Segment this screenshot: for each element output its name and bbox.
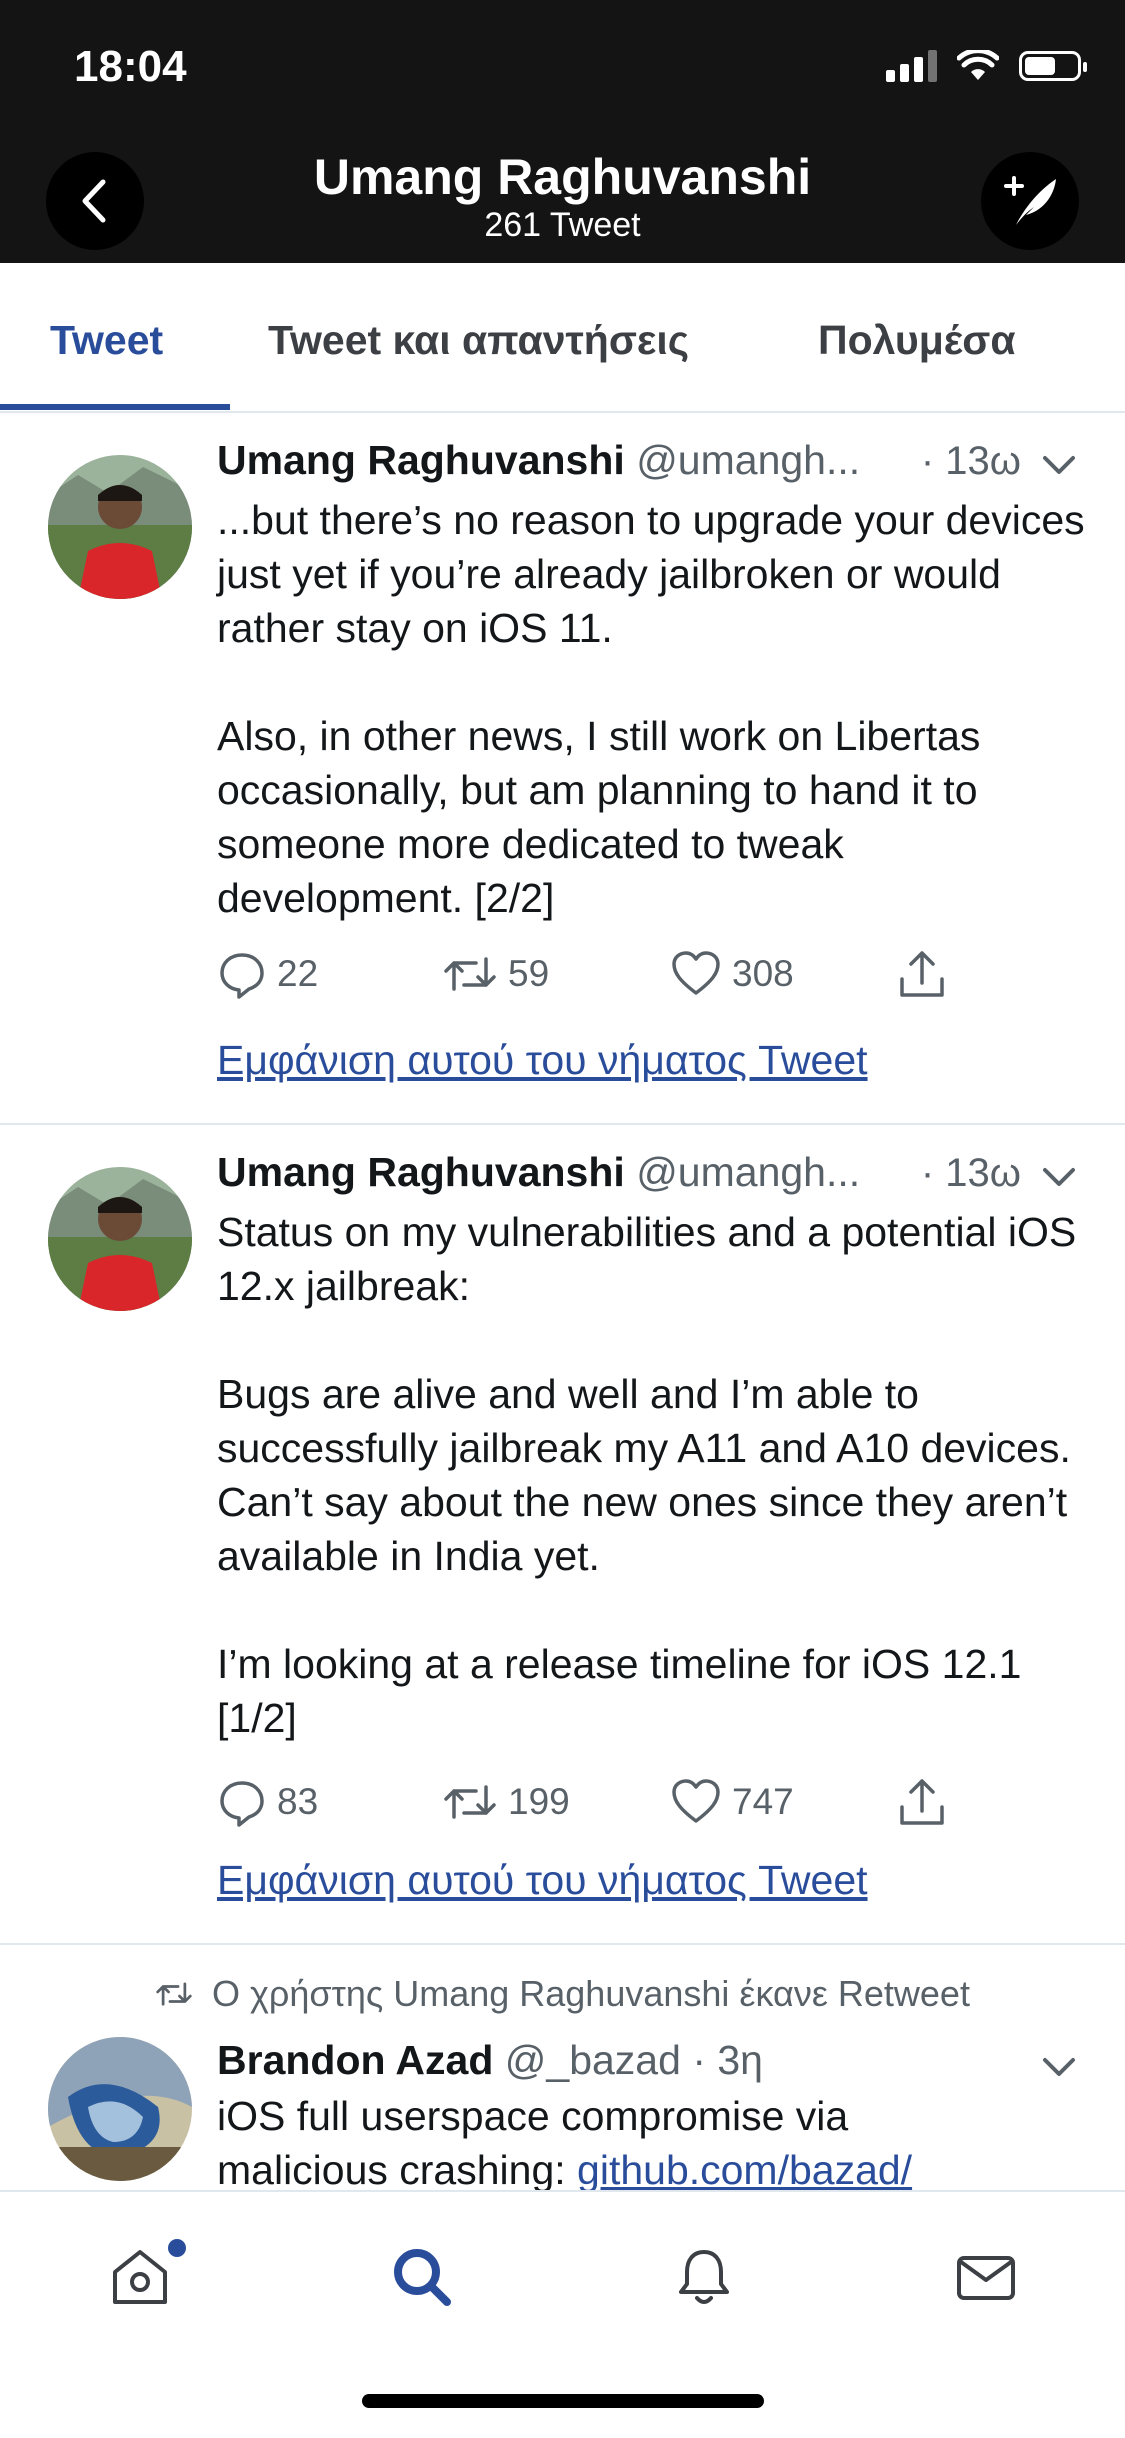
tweet-text: ...but there’s no reason to upgrade your… xyxy=(217,497,1085,921)
retweet-count: 199 xyxy=(508,1781,570,1822)
like-button[interactable]: 747 xyxy=(670,1777,794,1827)
tweet-text: iOS full userspace compromise via malici… xyxy=(217,2089,1097,2197)
like-count: 308 xyxy=(732,953,794,994)
like-count: 747 xyxy=(732,1781,794,1822)
tweet-header: Umang Raghuvanshi @umangh... xyxy=(217,1149,860,1196)
avatar[interactable] xyxy=(48,2037,192,2181)
wifi-icon xyxy=(957,50,999,80)
mail-icon xyxy=(957,2256,1015,2300)
tweet-time: · 3η xyxy=(692,2037,763,2083)
reply-icon xyxy=(220,1781,264,1827)
tweet-header: Brandon Azad @_bazad · 3η xyxy=(217,2037,763,2084)
author-name[interactable]: Umang Raghuvanshi xyxy=(217,1149,625,1195)
reply-button[interactable]: 83 xyxy=(217,1777,318,1827)
compose-tweet-button[interactable] xyxy=(981,152,1079,250)
show-thread-link[interactable]: Εμφάνιση αυτού του νήματος Tweet xyxy=(217,1857,868,1904)
nav-home[interactable] xyxy=(100,2237,186,2317)
profile-name-title: Umang Raghuvanshi xyxy=(313,149,812,205)
home-indicator xyxy=(362,2394,764,2408)
chevron-down-icon[interactable] xyxy=(1039,2047,1079,2087)
chevron-down-icon[interactable] xyxy=(1039,1157,1079,1197)
heart-icon xyxy=(672,1779,720,1823)
chevron-down-icon[interactable] xyxy=(1039,445,1079,485)
author-handle: @_bazad xyxy=(504,2037,681,2083)
retweet-icon xyxy=(156,1982,192,2006)
tweet-text-line: malicious crashing: github.com/bazad/ xyxy=(217,2143,1097,2197)
notification-dot xyxy=(168,2239,186,2257)
heart-icon xyxy=(672,951,720,995)
tweet-actions: 22 59 308 xyxy=(217,949,1007,1009)
tweet-actions: 83 199 747 xyxy=(217,1777,1007,1837)
battery-icon xyxy=(1019,51,1087,81)
retweeted-by-text: Ο χρήστης Umang Raghuvanshi έκανε Retwee… xyxy=(212,1973,970,2014)
reply-icon xyxy=(220,953,264,999)
tweet-header: Umang Raghuvanshi @umangh... xyxy=(217,437,860,484)
share-button[interactable] xyxy=(897,949,947,1001)
reply-count: 22 xyxy=(277,953,319,994)
avatar[interactable] xyxy=(48,1167,192,1311)
tweet-count: 261 Tweet xyxy=(484,206,641,244)
tab-media[interactable]: Πολυμέσα xyxy=(818,317,1016,364)
reply-count: 83 xyxy=(277,1781,319,1822)
status-icons xyxy=(886,50,1087,82)
nav-search[interactable] xyxy=(382,2237,462,2317)
author-handle: @umangh... xyxy=(636,1149,861,1195)
retweet-button[interactable]: 59 xyxy=(442,949,549,999)
retweet-icon xyxy=(444,1785,496,1819)
author-name[interactable]: Brandon Azad xyxy=(217,2037,493,2083)
nav-notifications[interactable] xyxy=(664,2237,744,2317)
retweet-button[interactable]: 199 xyxy=(442,1777,570,1827)
profile-tabs: Tweet Tweet και απαντήσεις Πολυμέσα xyxy=(0,263,1125,413)
tweet-link[interactable]: github.com/bazad/ xyxy=(577,2147,912,2193)
tab-tweets[interactable]: Tweet xyxy=(50,317,163,364)
like-button[interactable]: 308 xyxy=(670,949,794,999)
tab-tweets-and-replies[interactable]: Tweet και απαντήσεις xyxy=(268,317,689,364)
retweet-count: 59 xyxy=(508,953,550,994)
home-icon xyxy=(113,2250,167,2304)
share-icon xyxy=(900,1779,944,1825)
author-name[interactable]: Umang Raghuvanshi xyxy=(217,437,625,483)
search-icon xyxy=(394,2249,451,2306)
nav-messages[interactable] xyxy=(946,2237,1026,2317)
author-handle: @umangh... xyxy=(636,437,861,483)
tweet-text-line: iOS full userspace compromise via xyxy=(217,2093,849,2139)
tweet-time: · 13ω xyxy=(920,1151,1021,1195)
top-bar: 18:04 Umang Raghuvanshi 261 Tweet xyxy=(0,0,1125,263)
tweet-card[interactable]: Umang Raghuvanshi @umangh... · 13ω Statu… xyxy=(0,1123,1125,1945)
bell-icon xyxy=(679,2250,729,2304)
tweet-card[interactable]: Ο χρήστης Umang Raghuvanshi έκανε Retwee… xyxy=(0,1943,1125,2193)
tweet-card[interactable]: Umang Raghuvanshi @umangh... · 13ω ...bu… xyxy=(0,411,1125,1125)
status-time: 18:04 xyxy=(74,42,187,91)
share-button[interactable] xyxy=(897,1777,947,1829)
tweet-time: · 13ω xyxy=(920,439,1021,483)
retweet-icon xyxy=(444,957,496,991)
signal-icon xyxy=(886,50,937,82)
retweeted-by-label: Ο χρήστης Umang Raghuvanshi έκανε Retwee… xyxy=(154,1973,970,2015)
active-tab-indicator xyxy=(0,404,230,410)
tweet-text-prefix: malicious crashing: xyxy=(217,2147,578,2193)
share-icon xyxy=(900,951,944,997)
avatar[interactable] xyxy=(48,455,192,599)
tweet-text: Status on my vulnerabilities and a poten… xyxy=(217,1209,1077,1741)
show-thread-link[interactable]: Εμφάνιση αυτού του νήματος Tweet xyxy=(217,1037,868,1084)
compose-feather-icon xyxy=(1004,176,1056,225)
reply-button[interactable]: 22 xyxy=(217,949,318,999)
